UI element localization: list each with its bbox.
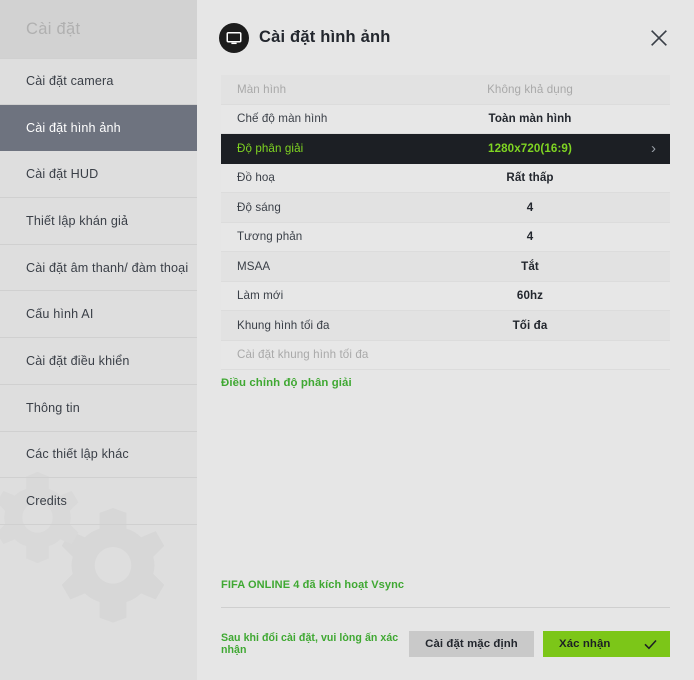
sidebar-item-other-settings[interactable]: Các thiết lập khác: [0, 432, 197, 479]
setting-value: Không khả dụng: [487, 82, 573, 96]
sidebar-item-label: Thông tin: [26, 400, 80, 415]
settings-dialog: Cài đặt Cài đặt camera Cài đặt hình ảnh …: [0, 0, 694, 680]
gear-watermark-icon: [61, 508, 165, 623]
chevron-right-icon[interactable]: ›: [630, 141, 656, 156]
setting-label: Chế độ màn hình: [237, 112, 328, 126]
setting-row-refresh-rate[interactable]: Làm mới 60hz ›: [221, 281, 670, 311]
sidebar-item-label: Các thiết lập khác: [26, 447, 129, 462]
sidebar-item-label: Cài đặt camera: [26, 74, 114, 89]
setting-label: Đồ hoạ: [237, 171, 275, 185]
setting-label: Tương phản: [237, 230, 303, 244]
monitor-icon: [219, 22, 249, 53]
setting-value: 4: [526, 200, 534, 214]
sidebar-item-image[interactable]: Cài đặt hình ảnh: [0, 104, 197, 152]
setting-value: 60hz: [516, 289, 544, 303]
sidebar-header: Cài đặt: [0, 0, 197, 58]
setting-label: Độ phân giải: [237, 141, 304, 155]
sidebar-item-hud[interactable]: Cài đặt HUD: [0, 151, 197, 199]
setting-value: Rất thấp: [506, 171, 554, 185]
sidebar-item-label: Cài đặt âm thanh/ đàm thoại: [26, 260, 189, 275]
setting-row-max-framerate-config: Cài đặt khung hình tối đa ›: [221, 340, 670, 370]
setting-row-msaa[interactable]: MSAA Tắt ›: [221, 252, 670, 282]
sidebar-item-label: Cài đặt HUD: [26, 167, 99, 182]
footer-bar: Sau khi đổi cài đặt, vui lòng ấn xác nhậ…: [221, 608, 670, 680]
sidebar-item-credits[interactable]: Credits: [0, 478, 197, 525]
sidebar-item-camera[interactable]: Cài đặt camera: [0, 58, 197, 105]
footer-buttons: Cài đặt mặc định Xác nhận: [409, 631, 670, 657]
sidebar-item-label: Cấu hình AI: [26, 307, 94, 322]
sidebar-item-label: Credits: [26, 494, 67, 509]
sidebar-menu: Cài đặt camera Cài đặt hình ảnh Cài đặt …: [0, 58, 197, 525]
sidebar-item-audio[interactable]: Cài đặt âm thanh/ đàm thoại: [0, 245, 197, 292]
setting-label: Làm mới: [237, 289, 284, 303]
sidebar-item-controls[interactable]: Cài đặt điều khiển: [0, 338, 197, 385]
setting-row-display-mode[interactable]: Chế độ màn hình Toàn màn hình ›: [221, 104, 670, 134]
setting-value: 4: [526, 230, 534, 244]
page-title: Cài đặt hình ảnh: [259, 28, 391, 46]
setting-label: Khung hình tối đa: [237, 318, 330, 332]
setting-row-graphics[interactable]: Đồ hoạ Rất thấp ›: [221, 163, 670, 193]
confirm-button[interactable]: Xác nhận: [543, 631, 670, 657]
setting-value: Tắt: [521, 259, 539, 273]
setting-row-contrast[interactable]: Tương phản 4 ›: [221, 222, 670, 252]
main-header: Cài đặt hình ảnh: [197, 0, 694, 75]
setting-label: Màn hình: [237, 82, 287, 96]
setting-label: Cài đặt khung hình tối đa: [237, 348, 369, 362]
setting-row-display: Màn hình Không khả dụng ›: [221, 75, 670, 105]
sidebar-item-label: Thiết lập khán giả: [26, 213, 129, 228]
main-spacer: [197, 389, 694, 579]
sidebar-item-label: Cài đặt điều khiển: [26, 353, 130, 368]
main-panel: Cài đặt hình ảnh Màn hình Không khả dụng…: [197, 0, 694, 680]
setting-row-resolution[interactable]: Độ phân giải 1280x720(16:9) ›: [221, 134, 670, 164]
setting-value: Tối đa: [512, 318, 548, 332]
setting-value: Toàn màn hình: [488, 112, 572, 126]
sidebar-item-ai-config[interactable]: Cấu hình AI: [0, 291, 197, 339]
setting-row-max-framerate[interactable]: Khung hình tối đa Tối đa ›: [221, 311, 670, 341]
setting-value: 1280x720(16:9): [488, 141, 572, 155]
sidebar-item-label: Cài đặt hình ảnh: [26, 120, 121, 135]
vsync-note: FIFA ONLINE 4 đã kích hoạt Vsync: [221, 579, 405, 591]
sidebar-item-spectator[interactable]: Thiết lập khán giả: [0, 198, 197, 245]
confirm-button-label: Xác nhận: [559, 638, 611, 650]
sidebar-title: Cài đặt: [26, 19, 81, 38]
setting-row-brightness[interactable]: Độ sáng 4 ›: [221, 193, 670, 223]
default-settings-button[interactable]: Cài đặt mặc định: [409, 631, 534, 657]
footer-hint: Sau khi đổi cài đặt, vui lòng ấn xác nhậ…: [221, 632, 399, 656]
adjust-resolution-link[interactable]: Điều chỉnh độ phân giải: [221, 377, 694, 389]
sidebar: Cài đặt Cài đặt camera Cài đặt hình ảnh …: [0, 0, 197, 680]
check-icon: [643, 637, 658, 652]
close-icon[interactable]: [644, 23, 674, 53]
settings-table: Màn hình Không khả dụng › Chế độ màn hìn…: [221, 75, 670, 370]
setting-label: Độ sáng: [237, 200, 281, 214]
sidebar-item-info[interactable]: Thông tin: [0, 385, 197, 432]
setting-label: MSAA: [237, 259, 271, 273]
